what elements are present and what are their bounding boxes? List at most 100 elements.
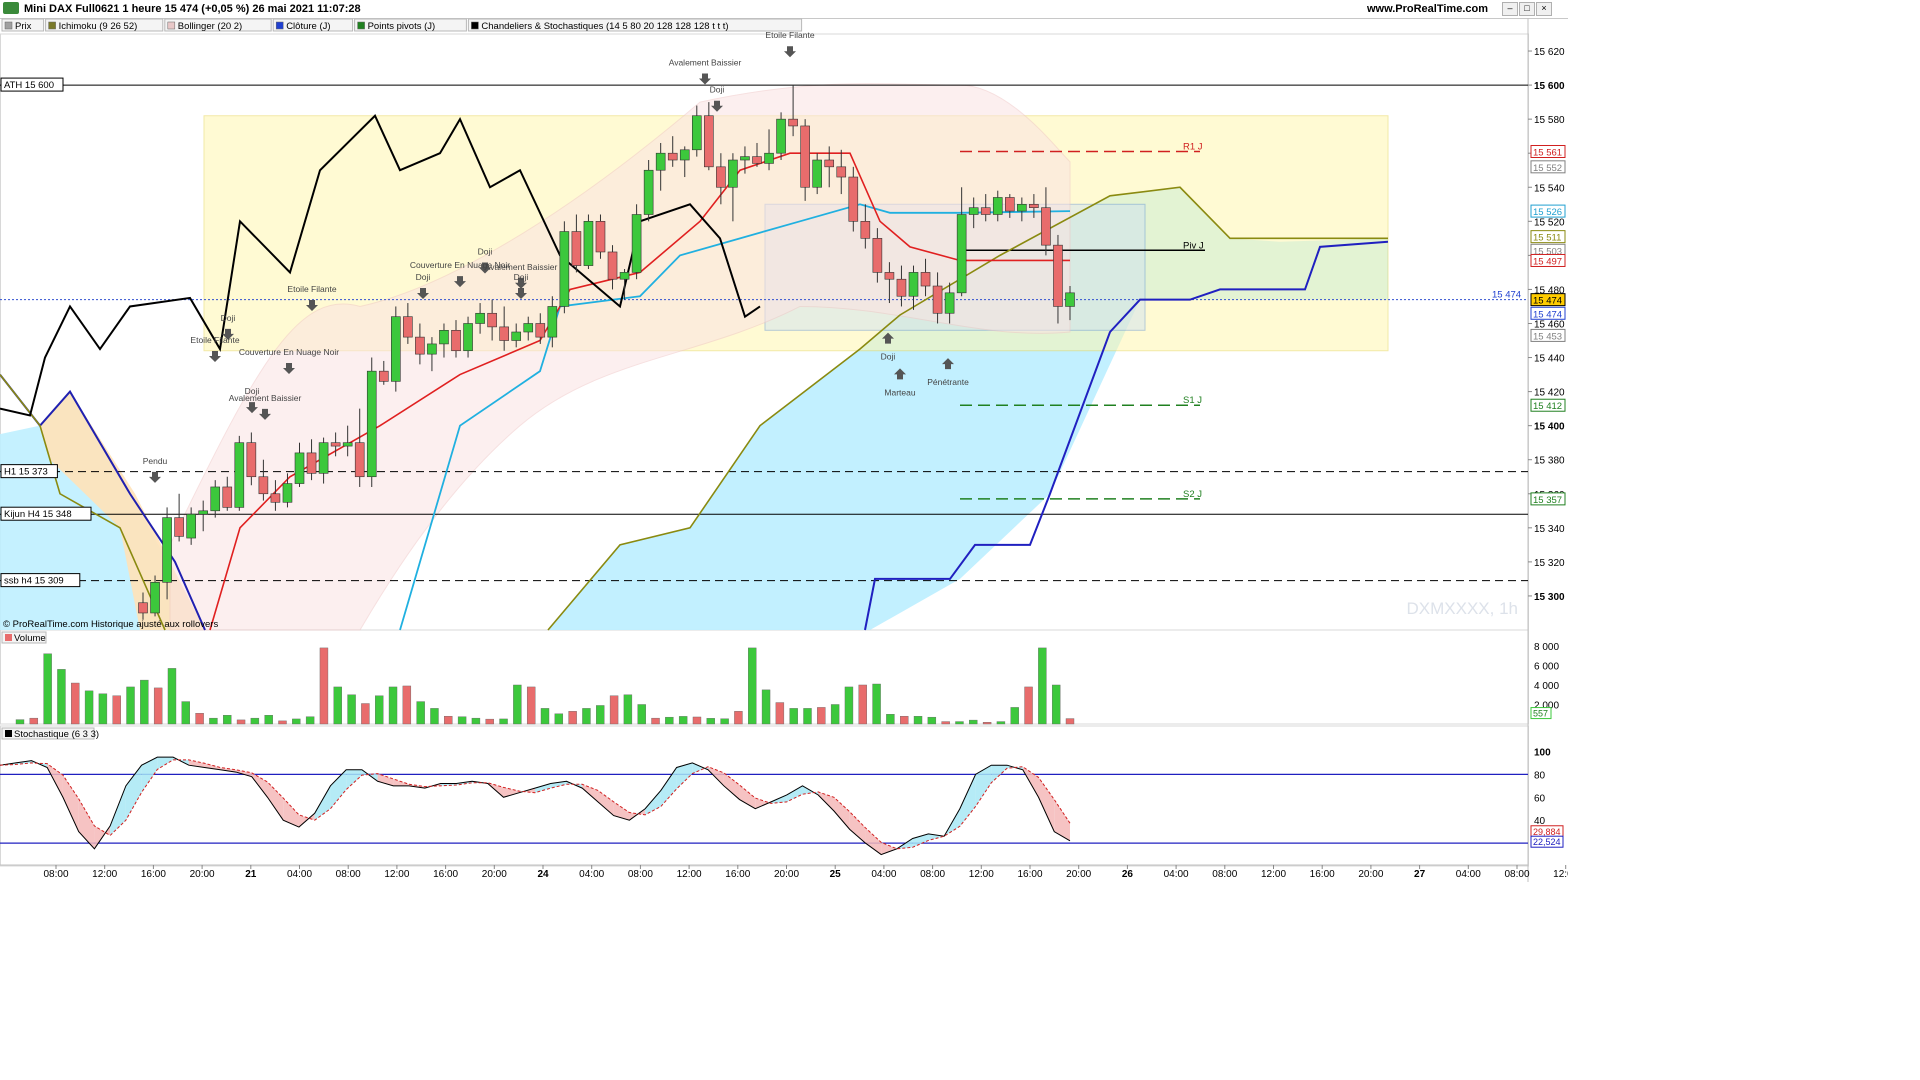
candle-body bbox=[282, 483, 293, 503]
volume-bar bbox=[830, 704, 840, 725]
price-tick-label: 15 540 bbox=[1534, 183, 1565, 194]
candle-body bbox=[932, 285, 943, 314]
volume-bar bbox=[71, 682, 80, 725]
volume-bar bbox=[444, 715, 453, 725]
candle-body bbox=[764, 152, 774, 164]
s1-price-tag: 15 412 bbox=[1533, 401, 1562, 412]
candle-body bbox=[294, 452, 305, 484]
candle-body bbox=[174, 517, 184, 537]
candle-body bbox=[186, 513, 196, 539]
time-tick-label: 04:00 bbox=[871, 869, 896, 880]
volume-title: Volume bbox=[14, 633, 46, 644]
candle-body bbox=[728, 159, 738, 188]
stochastic-fill bbox=[78, 798, 95, 849]
candle-body bbox=[1029, 203, 1039, 208]
volume-bar bbox=[720, 718, 729, 725]
volume-bar bbox=[388, 686, 398, 725]
stochastic-swatch-icon bbox=[5, 730, 12, 737]
candle-body bbox=[752, 156, 762, 164]
time-tick-label: 20:00 bbox=[1066, 869, 1091, 880]
s2-price-tag: 15 357 bbox=[1533, 495, 1562, 506]
candle-body bbox=[716, 166, 726, 188]
trading-chart[interactable]: 15 30015 32015 34015 36015 38015 40015 4… bbox=[0, 18, 1568, 882]
candle-body bbox=[944, 292, 955, 314]
ssb-price-tag: 15 474 bbox=[1533, 309, 1562, 320]
candle-body bbox=[788, 118, 798, 127]
candle-body bbox=[234, 442, 245, 508]
r1-price-tag: 15 561 bbox=[1533, 147, 1562, 158]
candle-body bbox=[306, 452, 317, 474]
time-tick-label: 04:00 bbox=[579, 869, 604, 880]
volume-bar bbox=[554, 713, 564, 725]
volume-bar bbox=[485, 718, 494, 725]
stochastic-panel-frame bbox=[0, 725, 1529, 867]
minimize-icon[interactable]: – bbox=[1502, 2, 1518, 16]
candle-body bbox=[535, 323, 546, 338]
volume-bar bbox=[15, 719, 25, 725]
legend-label: Prix bbox=[15, 21, 32, 32]
time-tick-label: 20:00 bbox=[190, 869, 215, 880]
volume-bar bbox=[748, 647, 757, 725]
stochastic-fill bbox=[959, 774, 976, 827]
candle-body bbox=[415, 336, 425, 355]
candle-body bbox=[439, 329, 449, 345]
candle-body bbox=[607, 251, 618, 280]
price-tick-label: 15 620 bbox=[1534, 47, 1565, 58]
legend-swatch-icon bbox=[357, 21, 365, 30]
legend-swatch-icon bbox=[167, 21, 176, 30]
volume-bar bbox=[278, 720, 287, 725]
stochastic-fill bbox=[314, 785, 331, 821]
candle-body bbox=[523, 323, 534, 333]
time-tick-label: 08:00 bbox=[336, 869, 361, 880]
volume-bar bbox=[858, 684, 867, 725]
legend-label: Chandeliers & Stochastiques (14 5 80 20 … bbox=[481, 21, 728, 32]
volume-bar bbox=[416, 701, 425, 725]
stochastic-fill bbox=[330, 769, 347, 809]
time-tick-label: 20:00 bbox=[774, 869, 799, 880]
candle-body bbox=[559, 231, 570, 307]
time-tick-label: 12:00 bbox=[384, 869, 409, 880]
price-tick-label: 15 600 bbox=[1534, 81, 1565, 92]
last-price-label: 15 474 bbox=[1492, 290, 1521, 301]
price-tick-label: 15 420 bbox=[1534, 388, 1565, 399]
volume-bar bbox=[513, 684, 522, 725]
pattern-annotation: Pénétrante bbox=[927, 377, 969, 387]
stochastic-fill bbox=[1054, 799, 1070, 841]
candle-body bbox=[427, 343, 437, 355]
time-tick-label: 24 bbox=[537, 869, 549, 880]
candle-body bbox=[1065, 292, 1075, 307]
time-tick-label: 04:00 bbox=[1456, 869, 1481, 880]
stochastic-fill bbox=[535, 783, 551, 793]
volume-bar bbox=[153, 687, 163, 725]
stochastic-fill bbox=[597, 790, 614, 816]
candle-body bbox=[1053, 244, 1063, 307]
pattern-annotation: Avalement Baissier bbox=[485, 262, 558, 272]
price-tick-label: 15 320 bbox=[1534, 558, 1565, 569]
s2-label: S2 J bbox=[1183, 489, 1202, 500]
pattern-annotation: Doji bbox=[478, 246, 493, 256]
volume-bar bbox=[982, 722, 992, 725]
ath-label: ATH 15 600 bbox=[4, 80, 54, 91]
volume-bar bbox=[29, 717, 39, 725]
volume-bar bbox=[236, 719, 246, 725]
legend-swatch-icon bbox=[4, 21, 13, 30]
stochastic-fill bbox=[739, 785, 756, 809]
candle-body bbox=[1017, 203, 1027, 212]
time-tick-label: 16:00 bbox=[725, 869, 750, 880]
kijun-price-tag: 15 526 bbox=[1533, 207, 1562, 218]
candle-body bbox=[258, 476, 269, 495]
volume-bar bbox=[1065, 718, 1075, 725]
price-tick-label: 15 580 bbox=[1534, 115, 1565, 126]
maximize-icon[interactable]: □ bbox=[1519, 2, 1535, 16]
volume-bar bbox=[596, 705, 605, 725]
h1-label: H1 15 373 bbox=[4, 467, 48, 478]
volume-bar bbox=[84, 690, 94, 725]
candle-body bbox=[571, 231, 582, 266]
copyright-note: © ProRealTime.com Historique ajusté aux … bbox=[3, 619, 218, 630]
tenkan-price-tag: 15 497 bbox=[1533, 256, 1562, 267]
close-icon[interactable]: × bbox=[1536, 2, 1552, 16]
candle-body bbox=[812, 159, 822, 188]
legend-label: Clôture (J) bbox=[286, 21, 330, 32]
volume-bar bbox=[706, 718, 715, 725]
price-tick-label: 15 340 bbox=[1534, 524, 1565, 535]
